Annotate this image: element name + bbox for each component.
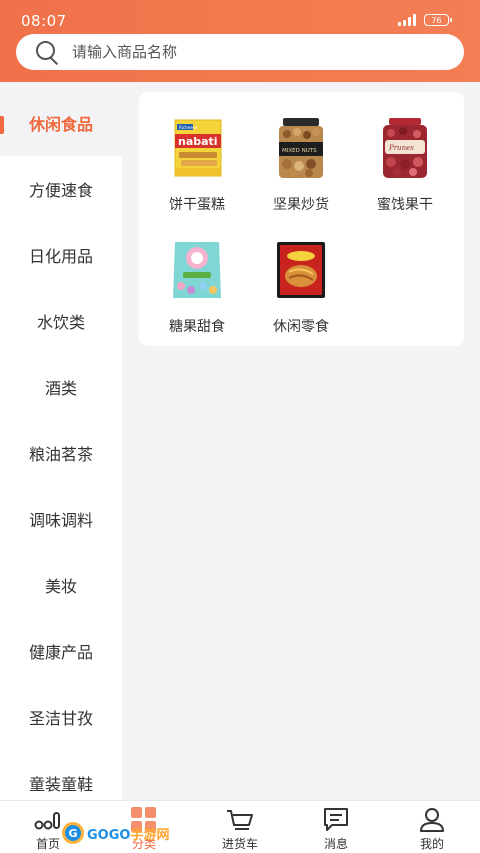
subcategory-item[interactable]: 休闲零食 xyxy=(249,214,353,335)
sidebar-item-health[interactable]: 健康产品 xyxy=(0,618,122,684)
nav-profile[interactable]: 我的 xyxy=(384,801,480,853)
subcategory-label: 休闲零食 xyxy=(273,319,329,335)
nut-band-text: MIXED NUTS xyxy=(282,148,317,154)
cart-icon xyxy=(226,807,254,833)
sidebar-item-daily-chemicals[interactable]: 日化用品 xyxy=(0,222,122,288)
sidebar-item-label: 休闲食品 xyxy=(28,115,93,134)
wafer-brand-text: nabati xyxy=(178,135,218,148)
sidebar-item-label: 日化用品 xyxy=(28,247,93,266)
watermark-logo: G GOGO手游网 xyxy=(62,820,169,846)
sidebar-item-seasoning[interactable]: 调味调料 xyxy=(0,486,122,552)
sidebar-item-label: 童装童鞋 xyxy=(28,775,93,794)
sidebar-item-ganzi[interactable]: 圣洁甘孜 xyxy=(0,684,122,750)
sidebar-item-label: 水饮类 xyxy=(36,313,85,332)
subcategory-grid: Richeese nabati 饼干蛋糕 MIXED NUTS 坚果炒货 Pru… xyxy=(139,92,464,346)
subcategory-item[interactable]: Prunes 蜜饯果干 xyxy=(353,92,457,213)
battery-level: 76 xyxy=(431,15,442,25)
candy-bag-icon xyxy=(167,238,227,302)
battery-icon: 76 xyxy=(424,14,452,26)
search-bar[interactable] xyxy=(16,34,464,70)
home-icon xyxy=(34,807,62,833)
nav-label: 我的 xyxy=(419,837,444,851)
sidebar-item-label: 美妆 xyxy=(44,577,77,596)
sidebar-item-label: 酒类 xyxy=(44,379,77,398)
profile-icon xyxy=(418,807,446,833)
search-input[interactable] xyxy=(72,43,432,61)
wafer-top-text: Richeese xyxy=(179,125,198,130)
category-sidebar: 休闲食品 方便速食 日化用品 水饮类 酒类 粮油茗茶 调味调料 美妆 健康产品 … xyxy=(0,82,122,800)
sidebar-item-snacks[interactable]: 休闲食品 xyxy=(0,90,122,156)
sidebar-item-label: 圣洁甘孜 xyxy=(28,709,93,728)
nav-messages[interactable]: 消息 xyxy=(288,801,384,853)
sidebar-item-grain-oil-tea[interactable]: 粮油茗茶 xyxy=(0,420,122,486)
fruit-band-text: Prunes xyxy=(388,144,414,152)
sidebar-item-label: 粮油茗茶 xyxy=(28,445,93,464)
wafer-package-icon: Richeese nabati xyxy=(167,116,227,180)
subcategory-item[interactable]: 糖果甜食 xyxy=(145,214,249,335)
status-time: 08:07 xyxy=(21,12,67,30)
sidebar-item-label: 调味调料 xyxy=(28,511,93,530)
subcategory-label: 坚果炒货 xyxy=(273,197,329,213)
signal-icon xyxy=(398,14,416,26)
subcategory-label: 饼干蛋糕 xyxy=(169,197,225,213)
sidebar-item-drinks[interactable]: 水饮类 xyxy=(0,288,122,354)
nut-jar-icon: MIXED NUTS xyxy=(271,116,331,180)
subcategory-item[interactable]: Richeese nabati 饼干蛋糕 xyxy=(145,92,249,213)
nav-label: 消息 xyxy=(323,837,348,851)
snack-bag-icon xyxy=(271,238,331,302)
search-icon[interactable] xyxy=(30,34,74,70)
nav-cart[interactable]: 进货车 xyxy=(192,801,288,853)
subcategory-label: 糖果甜食 xyxy=(169,319,225,335)
nav-label: 首页 xyxy=(35,837,60,851)
header: 08:07 76 xyxy=(0,0,480,82)
sidebar-item-label: 方便速食 xyxy=(28,181,93,200)
sidebar-item-makeup[interactable]: 美妆 xyxy=(0,552,122,618)
subcategory-item[interactable]: MIXED NUTS 坚果炒货 xyxy=(249,92,353,213)
watermark-text-b: 手游网 xyxy=(130,827,170,843)
watermark-text: GOGO手游网 xyxy=(87,824,169,843)
nav-label: 进货车 xyxy=(221,837,258,851)
status-bar: 08:07 76 xyxy=(0,0,480,30)
watermark-badge: G xyxy=(62,822,84,844)
sidebar-item-instant-food[interactable]: 方便速食 xyxy=(0,156,122,222)
subcategory-label: 蜜饯果干 xyxy=(377,197,433,213)
message-icon xyxy=(322,807,350,833)
sidebar-item-liquor[interactable]: 酒类 xyxy=(0,354,122,420)
dried-fruit-jar-icon: Prunes xyxy=(375,116,435,180)
watermark-text-a: GOGO xyxy=(87,827,131,843)
sidebar-item-label: 健康产品 xyxy=(28,643,93,662)
